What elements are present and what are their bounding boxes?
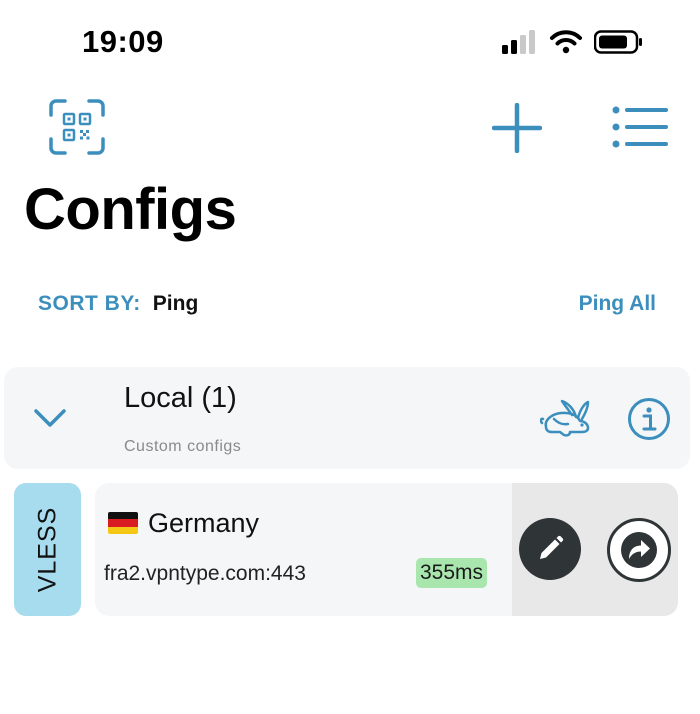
menu-list-button[interactable]	[611, 105, 669, 149]
sort-value[interactable]: Ping	[153, 292, 199, 315]
share-icon	[621, 532, 657, 568]
status-icons	[502, 30, 644, 54]
qr-scan-button[interactable]	[48, 98, 106, 156]
add-config-button[interactable]	[491, 102, 543, 154]
germany-flag-icon	[108, 512, 138, 534]
rabbit-icon	[539, 399, 590, 437]
battery-icon	[594, 30, 642, 54]
ping-badge: 355ms	[416, 558, 488, 588]
status-time: 19:09	[82, 24, 164, 59]
edit-config-button[interactable]	[519, 518, 581, 580]
share-config-button[interactable]	[607, 518, 671, 582]
plus-icon	[491, 102, 543, 154]
pencil-icon	[540, 535, 564, 559]
group-title: Local (1)	[124, 382, 237, 414]
list-icon	[612, 106, 668, 148]
collapse-group-button[interactable]	[32, 403, 68, 433]
screen: 19:09 Configs SORT BY: Ping Ping All Loc…	[0, 0, 700, 714]
ping-all-button[interactable]: Ping All	[579, 292, 656, 316]
sort-control[interactable]: SORT BY: Ping	[38, 292, 198, 316]
speed-test-button[interactable]	[539, 397, 592, 439]
signal-icon	[502, 30, 535, 54]
info-icon	[628, 398, 670, 440]
group-info-button[interactable]	[627, 397, 671, 441]
config-host: fra2.vpntype.com:443	[104, 562, 306, 585]
protocol-label: VLESS	[33, 506, 62, 593]
protocol-tag: VLESS	[14, 483, 81, 616]
config-name: Germany	[148, 508, 260, 538]
chevron-down-icon	[34, 409, 66, 427]
qr-code-scan-icon	[49, 99, 105, 155]
group-subtitle: Custom configs	[124, 438, 242, 455]
wifi-icon	[550, 30, 582, 54]
sort-label: SORT BY:	[38, 292, 141, 315]
page-title: Configs	[24, 177, 237, 242]
